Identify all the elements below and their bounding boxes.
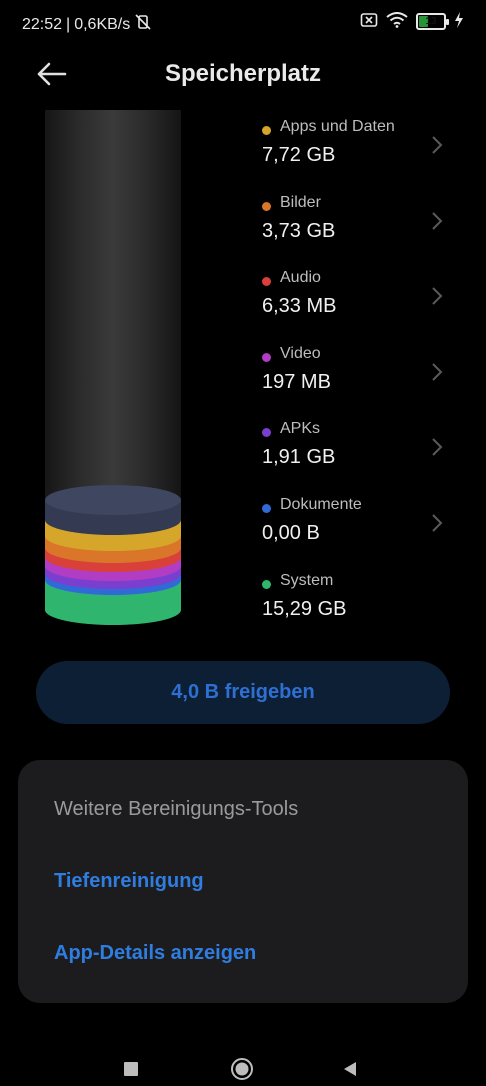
legend-label: APKs (280, 420, 321, 437)
recents-button[interactable] (124, 1062, 138, 1081)
legend-label: Dokumente (280, 496, 362, 513)
apps-color-dot (262, 126, 271, 135)
cleanup-tools-card: Weitere Bereinigungs-Tools Tiefenreinigu… (18, 760, 468, 1003)
legend-item-bilder[interactable]: Bilder 3,73 GB (262, 194, 462, 254)
legend-item-dokumente[interactable]: Dokumente 0,00 B (262, 496, 462, 556)
legend-item-apks[interactable]: APKs 1,91 GB (262, 420, 462, 480)
legend-label: Video (280, 345, 321, 362)
legend-value: 7,72 GB (262, 144, 336, 166)
legend-value: 197 MB (262, 371, 331, 393)
legend-item-apps[interactable]: Apps und Daten 7,72 GB (262, 118, 462, 178)
legend-item-video[interactable]: Video 197 MB (262, 345, 462, 405)
dokumente-color-dot (262, 504, 271, 513)
legend-label: System (280, 572, 334, 589)
tools-card-title: Weitere Bereinigungs-Tools (54, 798, 299, 820)
charging-icon (454, 12, 464, 31)
battery-level: 13 (425, 16, 437, 27)
chevron-right-icon (432, 136, 443, 154)
status-bar: 22:52 | 0,6KB/s 13 (0, 0, 486, 46)
app-details-link[interactable]: App-Details anzeigen (54, 942, 256, 965)
home-circle-icon (231, 1058, 253, 1080)
status-right: 13 (360, 12, 464, 31)
chevron-right-icon (432, 212, 443, 230)
system-color-dot (262, 580, 271, 589)
apks-color-dot (262, 428, 271, 437)
legend-item-audio[interactable]: Audio 6,33 MB (262, 269, 462, 329)
status-left: 22:52 | 0,6KB/s (22, 14, 152, 35)
cylinder-stack (45, 485, 181, 625)
battery-icon: 13 (416, 13, 449, 30)
legend-label: Bilder (280, 194, 321, 211)
header: Speicherplatz (0, 50, 486, 100)
legend-value: 3,73 GB (262, 220, 336, 242)
audio-color-dot (262, 277, 271, 286)
vibrate-off-icon (134, 14, 152, 35)
storage-cylinder (45, 110, 181, 630)
square-icon (124, 1062, 138, 1076)
chevron-right-icon (432, 438, 443, 456)
triangle-back-icon (344, 1062, 356, 1076)
navigation-bar (0, 1020, 486, 1080)
free-up-button[interactable]: 4,0 B freigeben (36, 661, 450, 724)
status-separator: | (66, 15, 71, 33)
chevron-right-icon (432, 363, 443, 381)
deep-clean-link[interactable]: Tiefenreinigung (54, 870, 204, 893)
status-net-speed: 0,6KB/s (74, 15, 131, 33)
home-button[interactable] (230, 1057, 254, 1086)
legend-label: Audio (280, 269, 321, 286)
chevron-right-icon (432, 287, 443, 305)
legend-value: 0,00 B (262, 522, 320, 544)
wifi-icon (386, 12, 408, 31)
status-time: 22:52 (22, 15, 63, 33)
bilder-color-dot (262, 202, 271, 211)
legend-value: 6,33 MB (262, 295, 337, 317)
legend-item-system: System 15,29 GB (262, 572, 462, 632)
chevron-right-icon (432, 514, 443, 532)
video-color-dot (262, 353, 271, 362)
page-title: Speicherplatz (164, 60, 322, 87)
legend-value: 1,91 GB (262, 446, 336, 468)
legend-value: 15,29 GB (262, 598, 347, 620)
sim-off-icon (360, 12, 378, 31)
back-nav-button[interactable] (342, 1061, 358, 1082)
legend-label: Apps und Daten (280, 118, 395, 135)
cylinder-cap-top (45, 485, 181, 515)
